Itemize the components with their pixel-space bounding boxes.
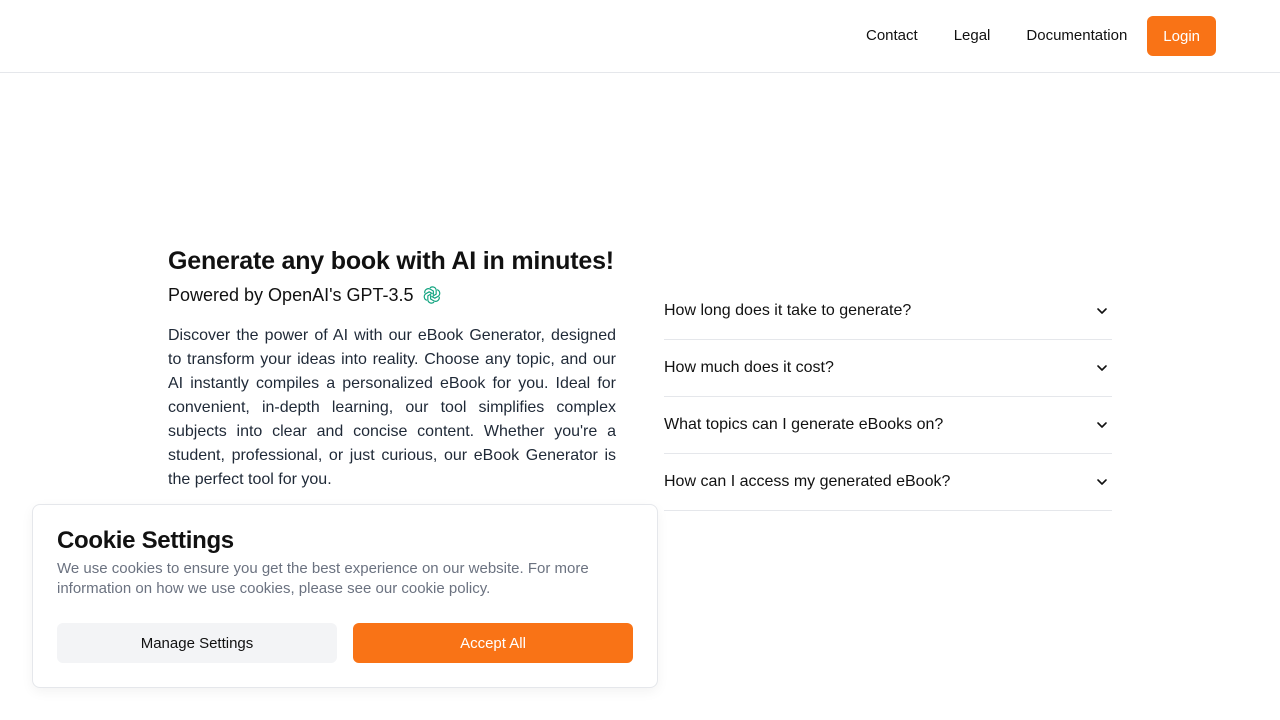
hero-title: Generate any book with AI in minutes! [168,247,614,275]
chevron-down-icon [1097,365,1107,371]
faq-question: How long does it take to generate? [664,302,912,319]
accept-all-button[interactable]: Accept All [353,623,633,663]
openai-logo-icon [422,285,442,305]
faq-accordion: How long does it take to generate? How m… [664,283,1112,511]
faq-item-cost[interactable]: How much does it cost? [664,340,1112,397]
hero-description: Discover the power of AI with our eBook … [168,327,616,488]
hero-subtitle-row: Powered by OpenAI's GPT-3.5 [168,282,616,308]
faq-question: What topics can I generate eBooks on? [664,416,944,433]
chevron-down-icon [1097,479,1107,485]
faq-item-access[interactable]: How can I access my generated eBook? [664,454,1112,511]
site-header: Contact Legal Documentation Login [0,0,1280,73]
login-button[interactable]: Login [1147,16,1216,56]
top-nav: Contact Legal Documentation Login [848,16,1216,56]
faq-item-topics[interactable]: What topics can I generate eBooks on? [664,397,1112,454]
faq-question: How can I access my generated eBook? [664,473,951,490]
nav-link-documentation[interactable]: Documentation [1008,16,1145,56]
nav-link-contact[interactable]: Contact [848,16,936,56]
cookie-title: Cookie Settings [57,527,234,554]
cookie-actions: Manage Settings Accept All [57,623,633,663]
nav-link-legal[interactable]: Legal [936,16,1009,56]
cookie-text: We use cookies to ensure you get the bes… [57,560,589,597]
manage-settings-button[interactable]: Manage Settings [57,623,337,663]
hero-subtitle: Powered by OpenAI's GPT-3.5 [168,285,414,305]
faq-item-generation-time[interactable]: How long does it take to generate? [664,283,1112,340]
chevron-down-icon [1097,308,1107,314]
chevron-down-icon [1097,422,1107,428]
hero-section: Generate any book with AI in minutes! Po… [168,244,616,492]
faq-question: How much does it cost? [664,359,834,376]
cookie-banner: Cookie Settings We use cookies to ensure… [32,504,658,688]
